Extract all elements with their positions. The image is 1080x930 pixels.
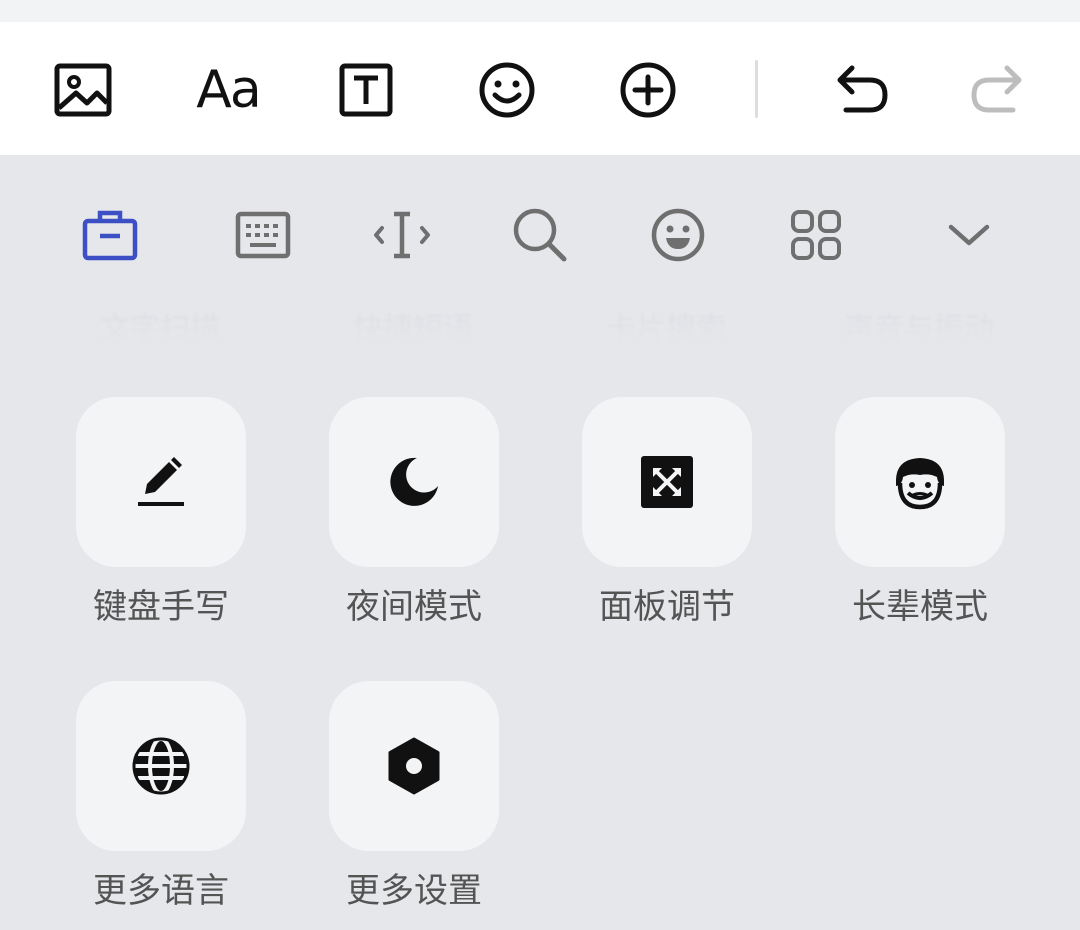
night-mode-tile[interactable]: 夜间模式 xyxy=(329,397,499,629)
tile-label: 长辈模式 xyxy=(852,587,988,627)
elder-face-icon xyxy=(896,458,944,510)
collapse-chevron-icon xyxy=(948,224,990,246)
top-strip xyxy=(0,0,1080,22)
emoji-button[interactable] xyxy=(472,55,542,125)
undo-button[interactable] xyxy=(827,55,897,125)
redo-icon xyxy=(971,65,1022,113)
redo-button[interactable] xyxy=(962,55,1032,125)
elder-mode-tile[interactable]: 长辈模式 xyxy=(835,397,1005,629)
faded-label: 声音与振动 xyxy=(844,312,994,347)
scrolled-label-row: 文字扫描 快捷短语 卡片搜索 声音与振动 xyxy=(0,312,1080,352)
cursor-tab[interactable] xyxy=(362,200,442,270)
handwriting-tile[interactable]: 键盘手写 xyxy=(76,397,246,629)
tile-label: 面板调节 xyxy=(599,587,735,627)
insert-image-button[interactable] xyxy=(48,55,118,125)
undo-icon xyxy=(837,65,888,113)
keyboard-icon xyxy=(235,211,291,259)
toolbox-tab[interactable] xyxy=(70,200,150,270)
tile-background xyxy=(76,681,246,851)
tile-background xyxy=(835,397,1005,567)
panel-adjust-tile[interactable]: 面板调节 xyxy=(582,397,752,629)
image-icon xyxy=(54,63,112,117)
tile-label: 更多语言 xyxy=(93,871,229,911)
text-box-icon xyxy=(339,63,393,117)
tile-label: 夜间模式 xyxy=(346,587,482,627)
faded-label: 快捷短语 xyxy=(353,312,473,347)
font-style-button[interactable]: Aa xyxy=(188,55,268,125)
moon-icon xyxy=(390,457,438,506)
apps-grid-tab[interactable] xyxy=(776,200,856,270)
keyboard-tab[interactable] xyxy=(223,200,303,270)
emoji-icon xyxy=(651,208,705,262)
cursor-icon xyxy=(374,211,430,259)
faded-label: 卡片搜索 xyxy=(606,312,726,347)
faded-label: 文字扫描 xyxy=(100,312,220,347)
more-settings-tile[interactable]: 更多设置 xyxy=(329,681,499,913)
resize-icon xyxy=(641,456,693,508)
globe-icon xyxy=(132,737,190,795)
font-icon: Aa xyxy=(196,60,261,120)
tile-background xyxy=(329,397,499,567)
tile-label: 键盘手写 xyxy=(93,587,229,627)
more-languages-tile[interactable]: 更多语言 xyxy=(76,681,246,913)
search-icon xyxy=(513,208,567,262)
toolbox-icon xyxy=(82,210,138,261)
settings-hexagon-icon xyxy=(388,737,440,795)
emoji-tab[interactable] xyxy=(638,200,718,270)
tile-label: 更多设置 xyxy=(346,871,482,911)
toolbar-divider xyxy=(755,60,758,118)
apps-grid-icon xyxy=(791,210,841,260)
tile-background xyxy=(329,681,499,851)
collapse-keyboard-button[interactable] xyxy=(929,200,1009,270)
add-button[interactable] xyxy=(613,55,683,125)
tile-background xyxy=(76,397,246,567)
pen-icon xyxy=(138,457,184,506)
search-tab[interactable] xyxy=(500,200,580,270)
text-box-button[interactable] xyxy=(331,55,401,125)
tile-background xyxy=(582,397,752,567)
add-icon xyxy=(620,62,676,118)
emoji-icon xyxy=(479,62,535,118)
editor-toolbar: Aa xyxy=(0,0,1080,155)
keyboard-toolbar xyxy=(0,155,1080,315)
